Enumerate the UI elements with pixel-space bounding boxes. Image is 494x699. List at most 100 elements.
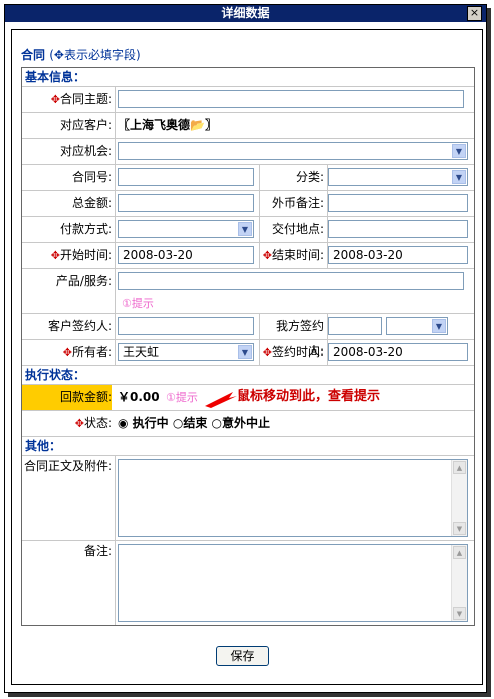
row-dates: ✥开始时间: 2008-03-20 ✥结束时间: 2008-03-20 bbox=[22, 242, 474, 268]
total-label: 总金额: bbox=[71, 196, 112, 210]
opportunity-select[interactable]: ▼ bbox=[118, 142, 468, 160]
attachment-label: 合同正文及附件: bbox=[23, 459, 112, 473]
status-radio-finished[interactable]: ○结束 bbox=[173, 416, 208, 430]
window-title: 详细数据 bbox=[221, 6, 270, 20]
row-signers: 客户签约人: 我方签约人: ▼ bbox=[22, 313, 474, 358]
section-basic: 基本信息： bbox=[25, 70, 86, 84]
divider bbox=[259, 191, 260, 216]
divider bbox=[259, 217, 260, 242]
divider bbox=[115, 87, 116, 112]
status-radio-aborted[interactable]: ○意外中止 bbox=[212, 416, 271, 430]
row-opportunity: 对应机会: ▼ bbox=[22, 138, 474, 164]
end-label: ✥结束时间: bbox=[262, 248, 324, 262]
status-radio-group: ◉ 执行中 ○结束 ○意外中止 bbox=[118, 411, 270, 436]
our-signer-select[interactable]: ▼ bbox=[386, 317, 448, 335]
scroll-up-icon[interactable]: ▲ bbox=[453, 461, 466, 474]
divider bbox=[115, 139, 116, 164]
status-radio-executing[interactable]: ◉ 执行中 bbox=[118, 416, 169, 430]
divider bbox=[259, 314, 260, 339]
start-date-input[interactable]: 2008-03-20 bbox=[118, 246, 254, 264]
our-signer-label: 我方签约人: bbox=[275, 319, 324, 358]
row-contract-no: 合同号: 分类: ▼ bbox=[22, 164, 474, 190]
divider bbox=[115, 269, 116, 313]
delivery-label: 交付地点: bbox=[271, 222, 324, 236]
contract-form: 基本信息： ✥合同主题: 对应客户: 〖上海飞奥德📂〗 对应机会: ▼ 合同号: bbox=[21, 67, 475, 626]
save-button[interactable]: 保存 bbox=[216, 646, 269, 666]
close-icon[interactable]: × bbox=[467, 6, 482, 21]
row-payment: 付款方式: ▼ 交付地点: bbox=[22, 216, 474, 242]
title-bar: 详细数据 × bbox=[5, 5, 486, 22]
required-note: (✥表示必填字段) bbox=[49, 48, 141, 62]
start-label: ✥开始时间: bbox=[50, 248, 112, 262]
scrollbar[interactable]: ▲ ▼ bbox=[451, 545, 467, 621]
divider bbox=[115, 243, 116, 268]
scroll-up-icon[interactable]: ▲ bbox=[453, 546, 466, 559]
client-signer-input[interactable] bbox=[118, 317, 254, 335]
remarks-label: 备注: bbox=[83, 544, 112, 558]
subject-label: ✥合同主题: bbox=[50, 92, 112, 106]
divider bbox=[115, 113, 116, 138]
category-select[interactable]: ▼ bbox=[328, 168, 468, 186]
row-subject: ✥合同主题: bbox=[22, 86, 474, 112]
divider bbox=[115, 541, 116, 625]
status-label: ✥状态: bbox=[74, 416, 112, 430]
row-attachment: 合同正文及附件: ▲ ▼ bbox=[22, 455, 474, 540]
row-remarks: 备注: ▲ ▼ bbox=[22, 540, 474, 625]
owner-select[interactable]: 王天虹 ▼ bbox=[118, 343, 254, 361]
payment-label: 付款方式: bbox=[59, 222, 112, 236]
opportunity-label: 对应机会: bbox=[59, 144, 112, 158]
delivery-input[interactable] bbox=[328, 220, 468, 238]
chevron-down-icon[interactable]: ▼ bbox=[432, 319, 446, 333]
product-hint[interactable]: ①提示 bbox=[122, 295, 154, 311]
status-option-label: 结束 bbox=[183, 416, 208, 430]
divider bbox=[115, 456, 116, 540]
content-panel: 合同 (✥表示必填字段) 基本信息： ✥合同主题: 对应客户: 〖上海飞奥德📂〗… bbox=[11, 29, 483, 685]
end-date-input[interactable]: 2008-03-20 bbox=[328, 246, 468, 264]
section-other: 其他： bbox=[22, 436, 474, 455]
divider bbox=[259, 165, 260, 190]
sign-date-input[interactable]: 2008-03-20 bbox=[328, 343, 468, 361]
product-label: 产品/服务: bbox=[55, 274, 112, 288]
payment-select[interactable]: ▼ bbox=[118, 220, 254, 238]
scroll-down-icon[interactable]: ▼ bbox=[453, 607, 466, 620]
collected-hint[interactable]: ①提示 bbox=[166, 385, 198, 410]
subject-input[interactable] bbox=[118, 90, 464, 108]
contract-no-label: 合同号: bbox=[71, 170, 112, 184]
product-input[interactable] bbox=[118, 272, 464, 290]
tooltip-annotation: 鼠标移动到此，查看提示 bbox=[237, 389, 381, 404]
chevron-down-icon[interactable]: ▼ bbox=[452, 170, 466, 184]
customer-link[interactable]: 〖上海飞奥德📂〗 bbox=[118, 113, 217, 138]
currency-note-label: 外币备注: bbox=[271, 196, 324, 210]
owner-value: 王天虹 bbox=[123, 345, 160, 359]
category-label: 分类: bbox=[295, 170, 324, 184]
divider bbox=[115, 340, 116, 365]
row-status: ✥状态: ◉ 执行中 ○结束 ○意外中止 bbox=[22, 410, 474, 436]
divider bbox=[115, 217, 116, 242]
divider bbox=[115, 191, 116, 216]
attachment-textarea[interactable]: ▲ ▼ bbox=[118, 459, 468, 537]
client-signer-label: 客户签约人: bbox=[47, 319, 112, 333]
chevron-down-icon[interactable]: ▼ bbox=[452, 144, 466, 158]
status-option-label: 执行中 bbox=[132, 416, 169, 430]
chevron-down-icon[interactable]: ▼ bbox=[238, 345, 252, 359]
owner-label: ✥所有者: bbox=[62, 345, 112, 359]
currency-note-input[interactable] bbox=[328, 194, 468, 212]
divider bbox=[115, 314, 116, 339]
remarks-textarea[interactable]: ▲ ▼ bbox=[118, 544, 468, 622]
row-total: 总金额: 外币备注: bbox=[22, 190, 474, 216]
scroll-down-icon[interactable]: ▼ bbox=[453, 522, 466, 535]
arrow-icon bbox=[205, 392, 237, 408]
our-signer-input[interactable] bbox=[328, 317, 382, 335]
divider bbox=[259, 243, 260, 268]
contract-title: 合同 bbox=[21, 48, 46, 62]
page-title: 合同 (✥表示必填字段) bbox=[21, 46, 141, 63]
contract-no-input[interactable] bbox=[118, 168, 254, 186]
total-input[interactable] bbox=[118, 194, 254, 212]
divider bbox=[259, 340, 260, 365]
status-option-label: 意外中止 bbox=[222, 416, 271, 430]
customer-label: 对应客户: bbox=[59, 118, 112, 132]
scrollbar[interactable]: ▲ ▼ bbox=[451, 460, 467, 536]
collected-label: 回款金额: bbox=[22, 385, 112, 410]
chevron-down-icon[interactable]: ▼ bbox=[238, 222, 252, 236]
section-exec: 执行状态： bbox=[22, 365, 474, 384]
